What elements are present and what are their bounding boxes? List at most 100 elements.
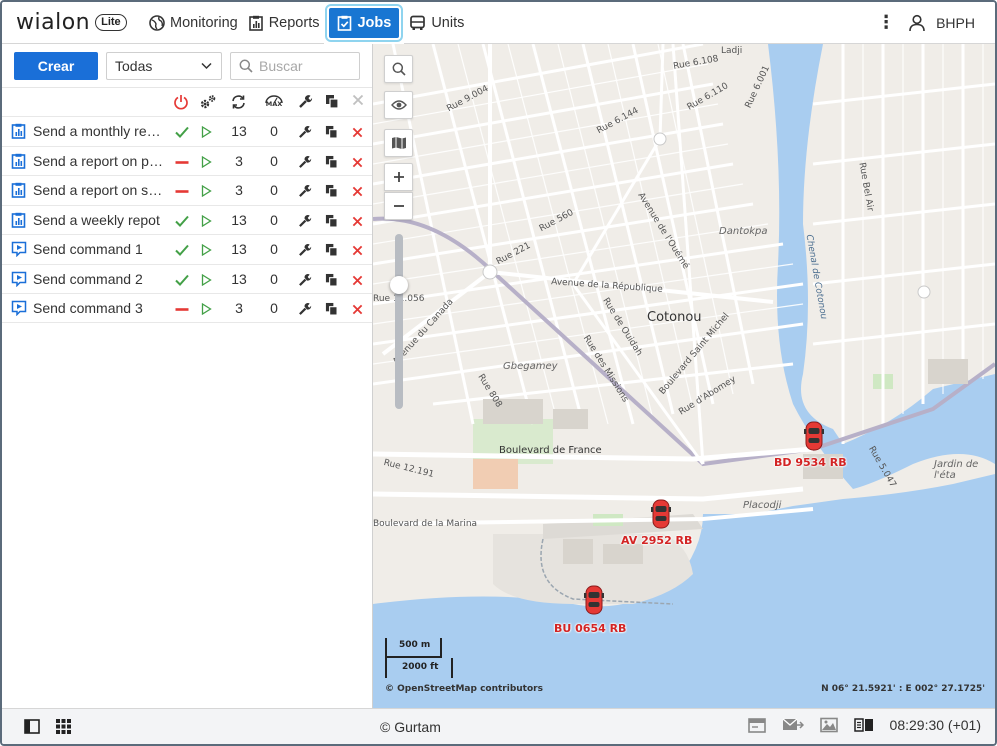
nav-jobs[interactable]: Jobs [324,2,405,44]
job-name[interactable]: Send a monthly report [33,123,164,139]
map-visibility-button[interactable] [384,91,413,119]
car-icon[interactable] [584,584,604,616]
play-icon[interactable] [201,302,212,318]
map-canvas[interactable] [373,44,995,708]
mail-send-icon[interactable] [782,717,804,733]
job-row[interactable]: Send a weekly repot 13 0 [2,204,372,235]
max-icon[interactable]: MAX [264,94,284,110]
job-name[interactable]: Send a weekly repot [33,212,164,228]
delete-icon[interactable] [352,243,363,259]
delete-icon[interactable] [352,125,363,141]
job-filter-select[interactable]: Todas [106,51,222,80]
map-attribution[interactable]: © OpenStreetMap contributors [385,684,543,694]
car-icon[interactable] [651,498,671,530]
wialon-logo[interactable]: wialon Lite [16,10,144,35]
wrench-icon[interactable] [298,125,312,142]
wrench-icon[interactable] [298,214,312,231]
logo-badge: Lite [95,14,127,31]
check-icon[interactable] [174,272,190,288]
zoom-in-button[interactable] [384,163,413,191]
wrench-icon[interactable] [298,155,312,172]
street-label-boulevard-marina: Boulevard de la Marina [373,519,478,529]
map-layers-button[interactable] [384,129,413,157]
search-input[interactable] [259,57,355,74]
copy-icon[interactable] [325,302,338,319]
user-name[interactable]: BHPH [936,15,975,31]
job-max-count: 0 [270,211,278,228]
job-name[interactable]: Send a report on status [33,182,164,198]
command-job-icon [11,271,27,290]
create-button[interactable]: Crear [14,51,98,80]
settings-icon[interactable] [199,94,217,110]
unit-label-av2952rb[interactable]: AV 2952 RB [621,534,692,547]
search-box[interactable] [230,51,360,80]
play-icon[interactable] [201,214,212,230]
delete-icon[interactable] [352,184,363,200]
play-icon[interactable] [201,184,212,200]
copy-icon[interactable] [325,125,338,142]
job-name[interactable]: Send a report on period [33,153,164,169]
wrench-icon[interactable] [298,243,312,260]
toggle-panel-icon[interactable] [24,719,40,734]
nav-jobs-active-tab[interactable]: Jobs [325,3,404,42]
copy-icon[interactable] [325,94,339,109]
play-icon[interactable] [201,273,212,289]
nav-monitoring[interactable]: Monitoring [144,2,243,44]
wrench-icon[interactable] [298,273,312,290]
unit-label-bu0654rb[interactable]: BU 0654 RB [554,622,626,635]
apps-grid-icon[interactable] [56,719,71,734]
job-max-count: 0 [270,152,278,169]
copy-icon[interactable] [325,214,338,231]
job-name[interactable]: Send command 1 [33,241,164,257]
wrench-icon[interactable] [298,302,312,319]
layout-icon[interactable] [853,718,874,732]
job-row[interactable]: Send a report on period 3 0 [2,145,372,176]
copy-icon[interactable] [325,273,338,290]
bus-icon [410,15,426,30]
job-name[interactable]: Send command 2 [33,271,164,287]
copy-icon[interactable] [325,155,338,172]
job-name[interactable]: Send command 3 [33,300,164,316]
job-filter-value: Todas [115,57,153,74]
refresh-icon[interactable] [230,94,247,110]
delete-icon[interactable] [352,214,363,230]
wrench-icon[interactable] [298,94,313,109]
zoom-slider-track[interactable] [395,234,403,409]
check-icon[interactable] [174,242,190,258]
copy-icon[interactable] [325,243,338,260]
disabled-dash-icon[interactable] [174,154,190,170]
nav-units[interactable]: Units [404,2,469,44]
check-icon[interactable] [174,124,190,140]
job-row[interactable]: Send command 3 3 0 [2,293,372,323]
map-search-button[interactable] [384,55,413,83]
wrench-icon[interactable] [298,184,312,201]
delete-icon[interactable] [352,273,363,289]
billing-icon[interactable] [747,717,766,733]
zoom-out-button[interactable] [384,192,413,220]
footer-copyright[interactable]: © Gurtam [380,719,441,735]
more-menu-icon[interactable]: ⋮ [874,12,898,33]
close-icon[interactable] [352,94,364,106]
disabled-dash-icon[interactable] [174,301,190,317]
car-icon[interactable] [804,420,824,452]
job-row[interactable]: Send a report on status 3 0 [2,175,372,205]
copy-icon[interactable] [325,184,338,201]
table-header: MAX [2,88,372,116]
play-icon[interactable] [201,125,212,141]
check-icon[interactable] [174,213,190,229]
disabled-dash-icon[interactable] [174,183,190,199]
play-icon[interactable] [201,155,212,171]
user-icon[interactable] [908,14,926,32]
image-icon[interactable] [819,717,838,733]
delete-icon[interactable] [352,155,363,171]
job-row[interactable]: Send a monthly report 13 0 [2,116,372,146]
play-icon[interactable] [201,243,212,259]
map-view[interactable]: Ladji Rue 6.108 Rue 6.001 Rue 9.004 Rue … [373,44,995,708]
unit-label-bd9534rb[interactable]: BD 9534 RB [774,456,847,469]
power-icon[interactable] [173,94,189,110]
nav-reports[interactable]: Reports [243,2,325,44]
job-row[interactable]: Send command 1 13 0 [2,234,372,264]
zoom-slider-handle[interactable] [390,276,408,294]
job-row[interactable]: Send command 2 13 0 [2,263,372,294]
delete-icon[interactable] [352,302,363,318]
